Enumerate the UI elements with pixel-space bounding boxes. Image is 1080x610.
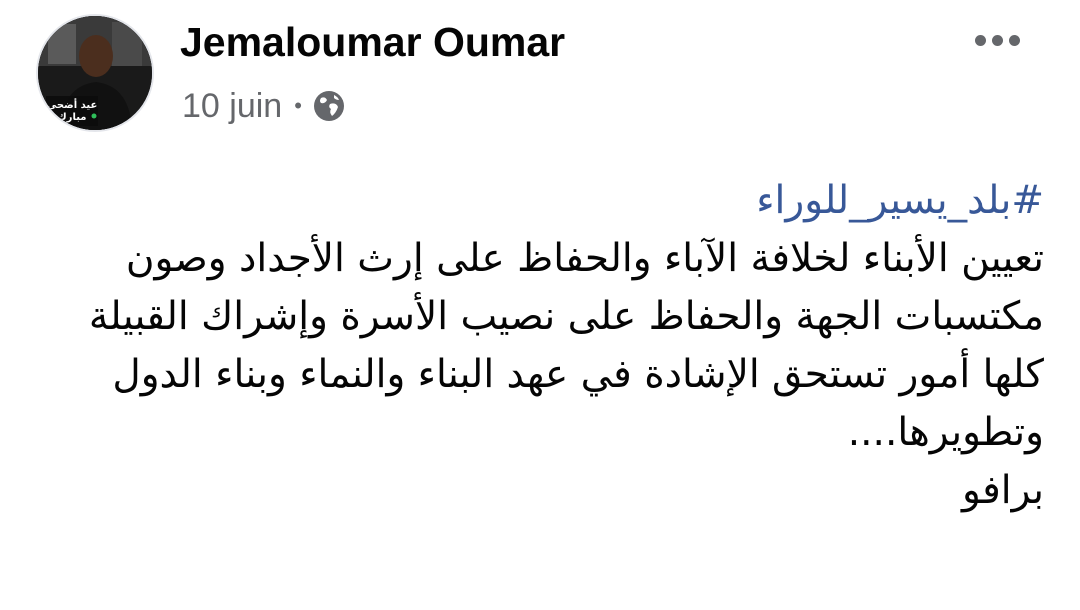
hashtag-link[interactable]: #بلد_يسير_للوراء <box>756 178 1044 223</box>
post-date[interactable]: 10 juin <box>182 87 282 126</box>
avatar-photo: عيد أضحى مبارك <box>38 16 152 130</box>
more-options-button[interactable] <box>966 22 1028 58</box>
avatar-badge-line2: مبارك <box>58 112 87 123</box>
post-paragraph: تعيين الأبناء لخلافة الآباء والحفاظ على … <box>88 236 1044 455</box>
author-name[interactable]: Jemaloumar Oumar <box>180 16 565 68</box>
post-meta: 10 juin • <box>182 80 346 132</box>
post-text: #بلد_يسير_للوراء تعيين الأبناء لخلافة ال… <box>44 172 1044 520</box>
avatar-badge-line1: عيد أضحى <box>47 98 98 111</box>
post-paragraph: برافو <box>962 468 1044 513</box>
more-dot-icon <box>1008 34 1020 46</box>
globe-icon[interactable] <box>312 89 346 123</box>
more-dot-icon <box>974 34 986 46</box>
meta-separator: • <box>294 93 302 118</box>
more-dot-icon <box>991 34 1003 46</box>
facebook-post: عيد أضحى مبارك Jemaloumar Oumar 10 juin … <box>0 0 1080 610</box>
avatar[interactable]: عيد أضحى مبارك <box>36 14 154 132</box>
